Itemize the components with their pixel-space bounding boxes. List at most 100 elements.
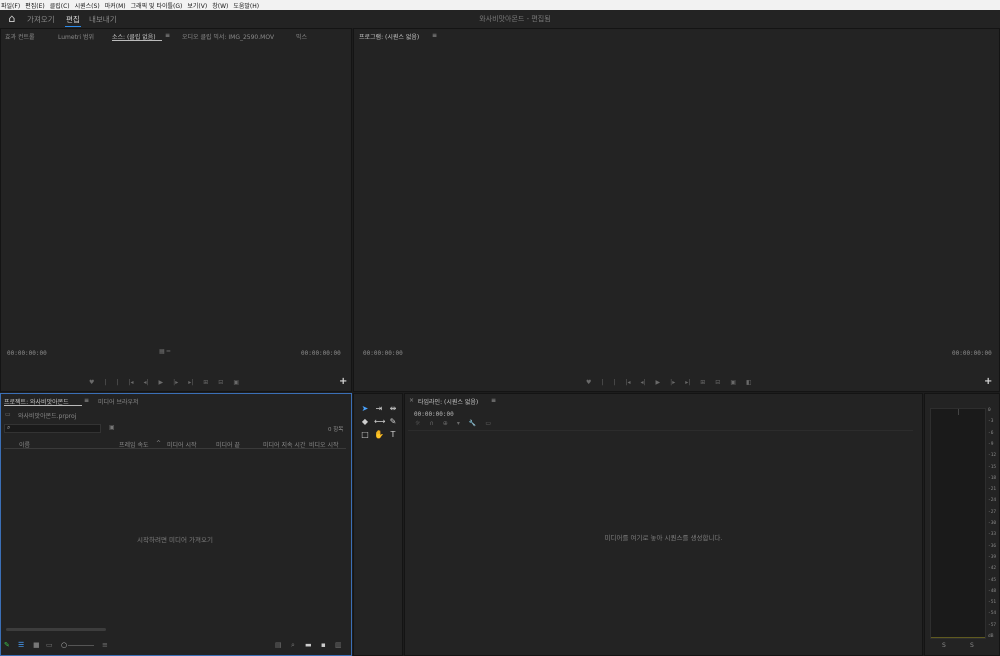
new-bin-from-search-icon[interactable]: ▣ bbox=[109, 424, 115, 431]
step-back-icon[interactable]: ◂| bbox=[144, 379, 149, 386]
program-transport-controls: ♥ | | |◂ ◂| ▶ |▸ ▸| ⊞ ⊟ ▣ ◧ bbox=[586, 379, 796, 386]
timeline-timecode[interactable]: 00:00:00:00 bbox=[414, 411, 454, 418]
tab-lumetri-scopes[interactable]: Lumetri 범위 bbox=[58, 32, 94, 41]
mark-in-icon[interactable]: | bbox=[601, 379, 603, 386]
close-tab-icon[interactable]: × bbox=[409, 397, 414, 404]
menu-edit[interactable]: 편집(E) bbox=[25, 1, 45, 10]
menu-view[interactable]: 보기(V) bbox=[187, 1, 207, 10]
column-name[interactable]: 이름 bbox=[19, 440, 30, 449]
meter-scale-label: -6 bbox=[988, 430, 994, 436]
column-media-start[interactable]: 미디어 시작 bbox=[167, 440, 197, 449]
selection-tool-icon[interactable]: ➤ bbox=[360, 404, 370, 414]
lift-icon[interactable]: ⊞ bbox=[700, 379, 705, 386]
clear-icon[interactable]: ▥ bbox=[335, 641, 342, 649]
horizontal-scrollbar[interactable] bbox=[6, 628, 106, 631]
extract-icon[interactable]: ⊟ bbox=[715, 379, 720, 386]
camera-icon[interactable]: ▣ bbox=[233, 379, 239, 386]
menu-window[interactable]: 창(W) bbox=[212, 1, 228, 10]
play-icon[interactable]: ▶ bbox=[656, 379, 661, 386]
type-tool-icon[interactable]: T bbox=[388, 430, 398, 440]
insert-icon[interactable]: ⊞ bbox=[203, 379, 208, 386]
step-back-icon[interactable]: ◂| bbox=[641, 379, 646, 386]
overwrite-icon[interactable]: ⊟ bbox=[218, 379, 223, 386]
track-select-tool-icon[interactable]: ⇥ bbox=[374, 404, 384, 414]
menu-marker[interactable]: 마커(M) bbox=[105, 1, 126, 10]
freeform-view-icon[interactable]: ▭ bbox=[46, 641, 53, 649]
menu-file[interactable]: 파일(F) bbox=[1, 1, 20, 10]
tab-audio-clip-mixer[interactable]: 오디오 클립 믹서: IMG_2590.MOV bbox=[182, 32, 274, 41]
meter-scale-label: -54 bbox=[988, 611, 997, 617]
active-tab-underline bbox=[4, 405, 82, 406]
step-forward-icon[interactable]: |▸ bbox=[173, 379, 178, 386]
column-frame-rate[interactable]: 프레임 속도 bbox=[119, 440, 149, 449]
tab-effect-controls[interactable]: 효과 컨트롤 bbox=[5, 32, 35, 41]
solo-button-left[interactable]: S bbox=[942, 642, 946, 649]
linked-selection-icon[interactable]: ⊕ bbox=[443, 420, 448, 427]
timeline-toolbar: ☼ ∩ ⊕ ▾ 🔧 ▭ bbox=[415, 420, 525, 427]
column-video-start[interactable]: 비디오 시작 bbox=[309, 440, 339, 449]
search-input[interactable]: ⌕ bbox=[4, 424, 101, 433]
nest-icon[interactable]: ☼ bbox=[415, 420, 420, 427]
panel-menu-icon[interactable]: ≡ bbox=[84, 397, 89, 404]
rectangle-tool-icon[interactable]: □ bbox=[360, 430, 370, 440]
hand-tool-icon[interactable]: ✋ bbox=[374, 430, 384, 440]
wrench-icon[interactable]: 🔧 bbox=[469, 420, 476, 427]
new-bin-icon[interactable]: ▬ bbox=[305, 641, 312, 649]
camera-icon[interactable]: ▣ bbox=[730, 379, 736, 386]
button-editor-add-icon[interactable]: + bbox=[984, 376, 992, 387]
menu-graphics[interactable]: 그래픽 및 타이틀(G) bbox=[131, 1, 183, 10]
meter-scale-label: -15 bbox=[988, 464, 997, 470]
slip-tool-icon[interactable]: ⟷ bbox=[374, 417, 385, 427]
icon-view-icon[interactable]: ■ bbox=[33, 641, 40, 649]
menu-bar: 파일(F) 편집(E) 클립(C) 시퀀스(S) 마커(M) 그래픽 및 타이틀… bbox=[0, 0, 1000, 10]
mark-out-icon[interactable]: | bbox=[613, 379, 615, 386]
column-media-duration[interactable]: 미디어 지속 시간 bbox=[263, 440, 305, 449]
column-media-end[interactable]: 미디어 끝 bbox=[216, 440, 240, 449]
play-icon[interactable]: ▶ bbox=[159, 379, 164, 386]
zoom-slider-handle-icon[interactable]: ○ bbox=[61, 641, 67, 649]
marker-icon[interactable]: ♥ bbox=[586, 379, 591, 386]
tab-program[interactable]: 프로그램: (시퀀스 없음) bbox=[359, 32, 419, 41]
list-view-icon[interactable]: ☰ bbox=[18, 641, 24, 649]
button-editor-add-icon[interactable]: + bbox=[339, 376, 347, 387]
tools-panel: ➤ ⇥ ⇹ ◆ ⟷ ✎ □ ✋ T bbox=[353, 393, 403, 656]
settings-icon[interactable]: ▦ ━ bbox=[159, 348, 170, 355]
go-to-in-icon[interactable]: |◂ bbox=[128, 379, 133, 386]
program-timecode-left[interactable]: 00:00:00:00 bbox=[363, 350, 403, 357]
snap-icon[interactable]: ∩ bbox=[429, 420, 433, 427]
program-panel: 프로그램: (시퀀스 없음) ≡ 00:00:00:00 00:00:00:00… bbox=[353, 28, 1000, 392]
project-file-name: 와사비맛아몬드.prproj bbox=[18, 413, 77, 420]
menu-sequence[interactable]: 시퀀스(S) bbox=[75, 1, 100, 10]
compare-icon[interactable]: ◧ bbox=[746, 379, 752, 386]
razor-tool-icon[interactable]: ◆ bbox=[360, 417, 370, 427]
mark-in-icon[interactable]: | bbox=[104, 379, 106, 386]
go-to-out-icon[interactable]: ▸| bbox=[188, 379, 193, 386]
zoom-slider[interactable] bbox=[68, 645, 94, 646]
new-item-icon[interactable]: ▪ bbox=[321, 641, 326, 649]
ripple-edit-tool-icon[interactable]: ⇹ bbox=[388, 404, 398, 414]
captions-icon[interactable]: ▭ bbox=[485, 420, 491, 427]
go-to-out-icon[interactable]: ▸| bbox=[685, 379, 690, 386]
source-timecode-left[interactable]: 00:00:00:00 bbox=[7, 350, 47, 357]
sort-icon[interactable]: ≡ bbox=[102, 641, 108, 649]
panel-menu-icon[interactable]: ≡ bbox=[165, 32, 170, 39]
meter-scale-label: -3 bbox=[988, 419, 994, 425]
pen-tool-icon[interactable]: ✎ bbox=[388, 417, 398, 427]
panel-menu-icon[interactable]: ≡ bbox=[491, 397, 496, 404]
find-icon[interactable]: ⌕ bbox=[291, 641, 295, 650]
menu-help[interactable]: 도움말(H) bbox=[233, 1, 259, 10]
menu-clip[interactable]: 클립(C) bbox=[50, 1, 70, 10]
mark-out-icon[interactable]: | bbox=[116, 379, 118, 386]
add-marker-icon[interactable]: ▾ bbox=[457, 420, 460, 427]
tab-media-browser[interactable]: 미디어 브라우저 bbox=[98, 397, 139, 406]
pencil-icon[interactable]: ✎ bbox=[4, 641, 10, 649]
panel-menu-icon[interactable]: ≡ bbox=[432, 32, 437, 39]
marker-icon[interactable]: ♥ bbox=[89, 379, 94, 386]
step-forward-icon[interactable]: |▸ bbox=[670, 379, 675, 386]
solo-button-right[interactable]: S bbox=[970, 642, 974, 649]
meter-scale-label: -27 bbox=[988, 509, 997, 515]
automate-to-sequence-icon[interactable]: ▤ bbox=[275, 641, 282, 649]
tab-timeline[interactable]: 타임라인: (시퀀스 없음) bbox=[418, 397, 478, 406]
tab-mix[interactable]: 믹스 bbox=[296, 32, 307, 41]
go-to-in-icon[interactable]: |◂ bbox=[625, 379, 630, 386]
